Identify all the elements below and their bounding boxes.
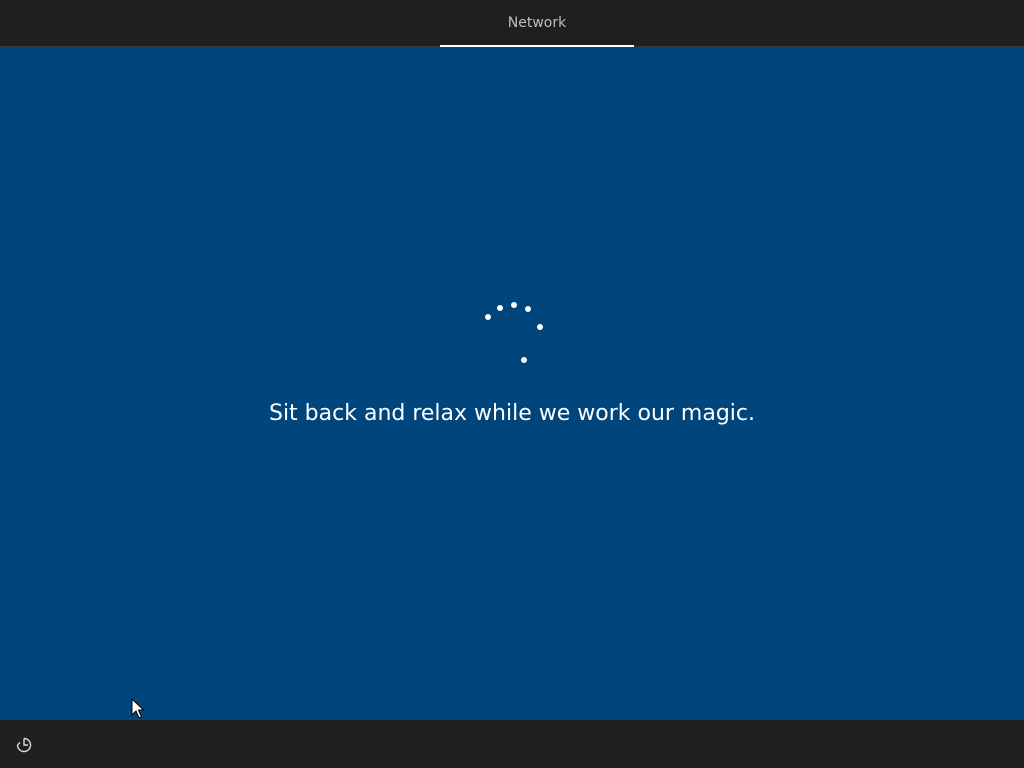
loading-spinner-icon — [485, 302, 543, 363]
spinner-dot — [485, 314, 491, 320]
top-bar: Network — [0, 0, 1024, 47]
setup-main-area: Sit back and relax while we work our mag… — [0, 47, 1024, 720]
ease-of-access-button[interactable] — [12, 733, 36, 757]
status-message: Sit back and relax while we work our mag… — [268, 401, 756, 426]
tab-network: Network — [440, 0, 634, 46]
spinner-dot — [537, 324, 543, 330]
tab-network-label: Network — [507, 15, 567, 31]
bottom-bar — [0, 720, 1024, 768]
spinner-dot — [525, 306, 531, 312]
ease-of-access-icon — [16, 737, 32, 753]
spinner-dot — [521, 357, 527, 363]
spinner-dot — [511, 302, 517, 308]
mouse-pointer-icon — [131, 698, 145, 719]
spinner-dot — [497, 305, 503, 311]
